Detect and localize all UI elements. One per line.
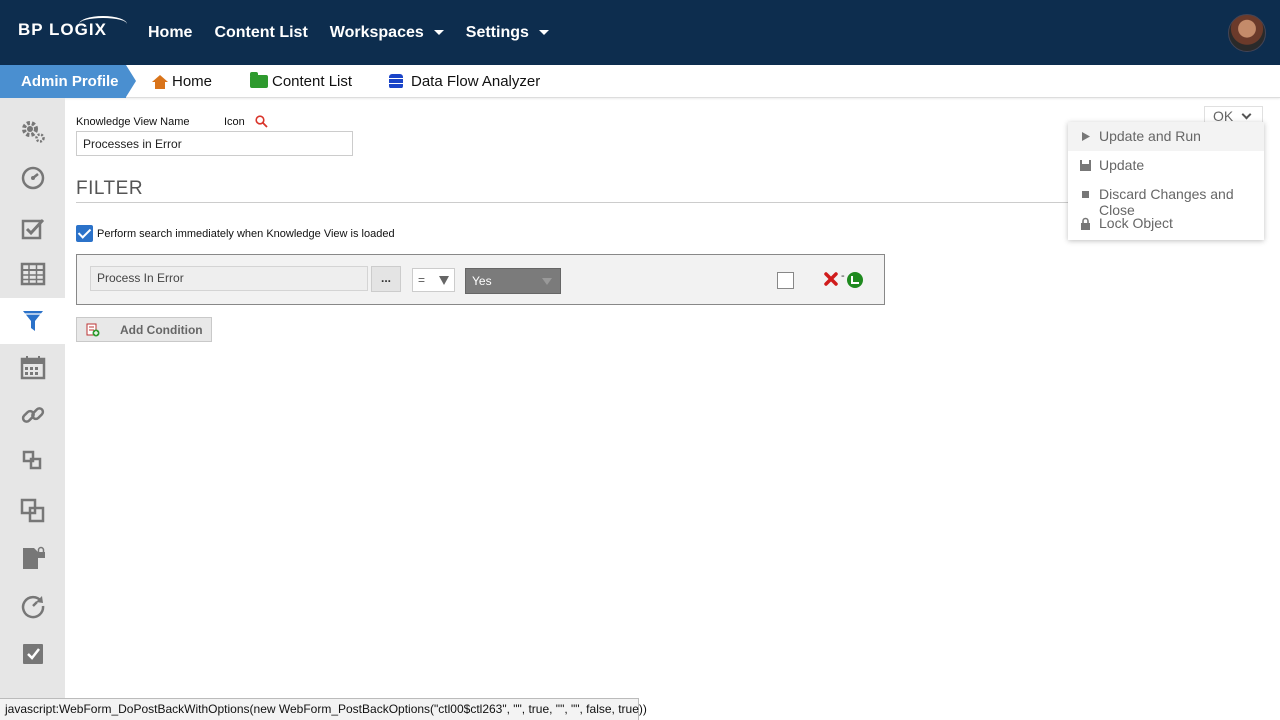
sidebar-item-filter[interactable] — [0, 298, 65, 344]
delete-x-icon[interactable] — [823, 271, 839, 287]
lock-icon — [1081, 217, 1090, 230]
link-icon — [21, 407, 44, 423]
play-icon — [1082, 132, 1090, 141]
breadcrumb-data-flow-analyzer[interactable]: Data Flow Analyzer — [389, 65, 540, 98]
copy-icon — [20, 498, 44, 523]
dropdown-arrow-icon — [439, 276, 449, 285]
filter-section-title: FILTER — [76, 178, 144, 199]
arrow-circle-icon[interactable] — [847, 272, 863, 288]
kv-name-label: Knowledge View Name — [76, 116, 190, 128]
nested-squares-icon — [22, 450, 41, 470]
nav-settings-label: Settings — [465, 23, 529, 41]
browse-field-button[interactable]: ... — [371, 266, 401, 292]
sidebar-item-dashboard[interactable] — [0, 155, 65, 201]
sidebar-item-permissions[interactable] — [0, 535, 65, 581]
add-condition-label: Add Condition — [120, 323, 203, 337]
gears-icon — [21, 121, 45, 143]
add-list-icon — [86, 323, 100, 337]
menu-item-label: Update — [1099, 157, 1145, 173]
nav-home[interactable]: Home — [148, 24, 192, 42]
search-icon[interactable] — [255, 115, 268, 128]
breadcrumb-content-list[interactable]: Content List — [250, 65, 352, 98]
logo-text-bp: BP — [18, 20, 44, 39]
bp-logix-logo[interactable]: BP LOGIX — [18, 16, 128, 40]
operator-value: = — [418, 273, 426, 287]
table-icon — [20, 262, 45, 286]
menu-item-label: Lock Object — [1099, 215, 1173, 231]
home-icon — [152, 74, 168, 89]
breadcrumb: Admin Profile Home Content List Data Flo… — [0, 65, 1280, 98]
nav-workspaces-label: Workspaces — [329, 23, 424, 41]
nav-settings[interactable]: Settings — [466, 24, 549, 42]
sidebar-item-calendar[interactable] — [0, 345, 65, 391]
sidebar-item-sub-views[interactable] — [0, 438, 65, 484]
condition-field-input[interactable]: Process In Error — [90, 266, 368, 291]
search-on-load-checkbox[interactable] — [76, 225, 93, 242]
document-lock-icon — [22, 546, 45, 569]
top-header: BP LOGIX Home Content List Workspaces Se… — [0, 0, 1280, 65]
filter-condition-row: Process In Error ... = Yes - — [76, 254, 885, 305]
value-value: Yes — [472, 274, 492, 288]
folder-icon — [250, 72, 268, 88]
breadcrumb-content-list-label: Content List — [272, 73, 353, 90]
add-condition-button[interactable]: Add Condition — [76, 317, 212, 342]
chevron-down-icon — [538, 30, 549, 35]
chevron-down-icon — [1241, 109, 1252, 120]
menu-item-label: Update and Run — [1099, 128, 1201, 144]
checklist-icon — [22, 644, 43, 664]
kv-name-input[interactable]: Processes in Error — [76, 131, 353, 156]
browser-status-bar: javascript:WebForm_DoPostBackWithOptions… — [0, 698, 647, 720]
breadcrumb-admin-profile-label: Admin Profile — [21, 73, 119, 90]
top-nav: Home Content List Workspaces Settings — [148, 0, 571, 65]
stop-icon — [1082, 191, 1089, 198]
filter-icon — [22, 311, 43, 331]
database-icon — [389, 74, 403, 89]
search-on-load-label: Perform search immediately when Knowledg… — [97, 228, 395, 240]
sidebar-item-columns[interactable] — [0, 251, 65, 297]
user-avatar[interactable] — [1228, 14, 1266, 52]
menu-item-discard-changes-and-close[interactable]: Discard Changes and Close — [1068, 180, 1264, 218]
left-sidebar — [0, 98, 65, 720]
dropdown-arrow-icon — [542, 278, 552, 285]
sidebar-item-copy[interactable] — [0, 488, 65, 534]
nav-workspaces[interactable]: Workspaces — [330, 24, 444, 42]
sidebar-item-links[interactable] — [0, 392, 65, 438]
chevron-down-icon — [433, 30, 444, 35]
menu-item-lock-object[interactable]: Lock Object — [1068, 209, 1264, 238]
nav-content-list-label: Content List — [214, 23, 308, 41]
save-icon — [1080, 160, 1091, 171]
sidebar-item-tasks[interactable] — [0, 206, 65, 252]
breadcrumb-home[interactable]: Home — [152, 65, 212, 98]
ok-dropdown-menu: Update and Run Update Discard Changes an… — [1068, 122, 1264, 240]
icon-label: Icon — [224, 116, 245, 128]
breadcrumb-admin-profile[interactable]: Admin Profile — [0, 65, 136, 98]
nav-home-label: Home — [148, 23, 193, 41]
gauge-icon — [21, 166, 44, 190]
sidebar-item-refresh[interactable] — [0, 583, 65, 629]
menu-item-update-and-run[interactable]: Update and Run — [1068, 122, 1264, 151]
menu-item-update[interactable]: Update — [1068, 151, 1264, 180]
condition-checkbox[interactable] — [777, 272, 794, 289]
calendar-icon — [20, 356, 45, 380]
sidebar-item-approve[interactable] — [0, 630, 65, 676]
refresh-gauge-icon — [21, 595, 44, 619]
divider — [76, 202, 1076, 203]
separator-dash: - — [841, 270, 845, 282]
edit-checkbox-icon — [21, 218, 44, 240]
value-select[interactable]: Yes — [465, 268, 561, 294]
breadcrumb-data-flow-analyzer-label: Data Flow Analyzer — [411, 73, 541, 90]
breadcrumb-home-label: Home — [172, 73, 213, 90]
sidebar-item-properties[interactable] — [0, 109, 65, 155]
nav-content-list[interactable]: Content List — [214, 24, 307, 42]
operator-select[interactable]: = — [412, 268, 455, 292]
